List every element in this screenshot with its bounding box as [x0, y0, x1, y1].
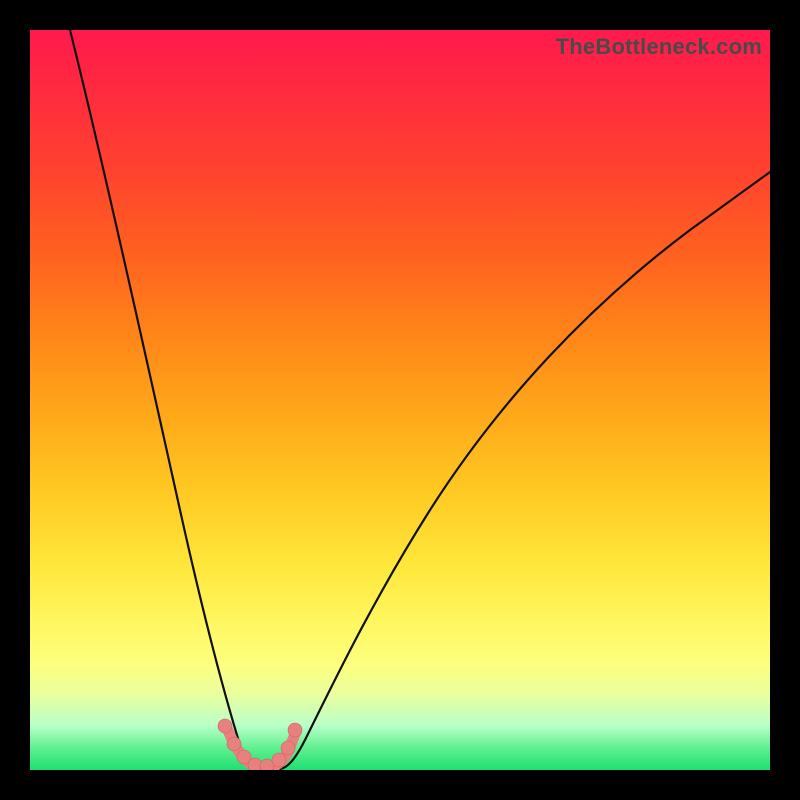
watermark-text: TheBottleneck.com	[556, 34, 762, 60]
valley-dot	[281, 741, 295, 755]
valley-dot	[227, 737, 241, 751]
chart-stage: TheBottleneck.com	[0, 0, 800, 800]
curve-right-branch	[280, 172, 770, 769]
valley-dot	[248, 758, 262, 770]
valley-dot	[288, 723, 302, 737]
plot-area: TheBottleneck.com	[30, 30, 770, 770]
valley-dot	[218, 719, 232, 733]
curve-left-branch	[70, 30, 260, 769]
bottleneck-curve	[30, 30, 770, 770]
valley-dot	[272, 753, 286, 767]
